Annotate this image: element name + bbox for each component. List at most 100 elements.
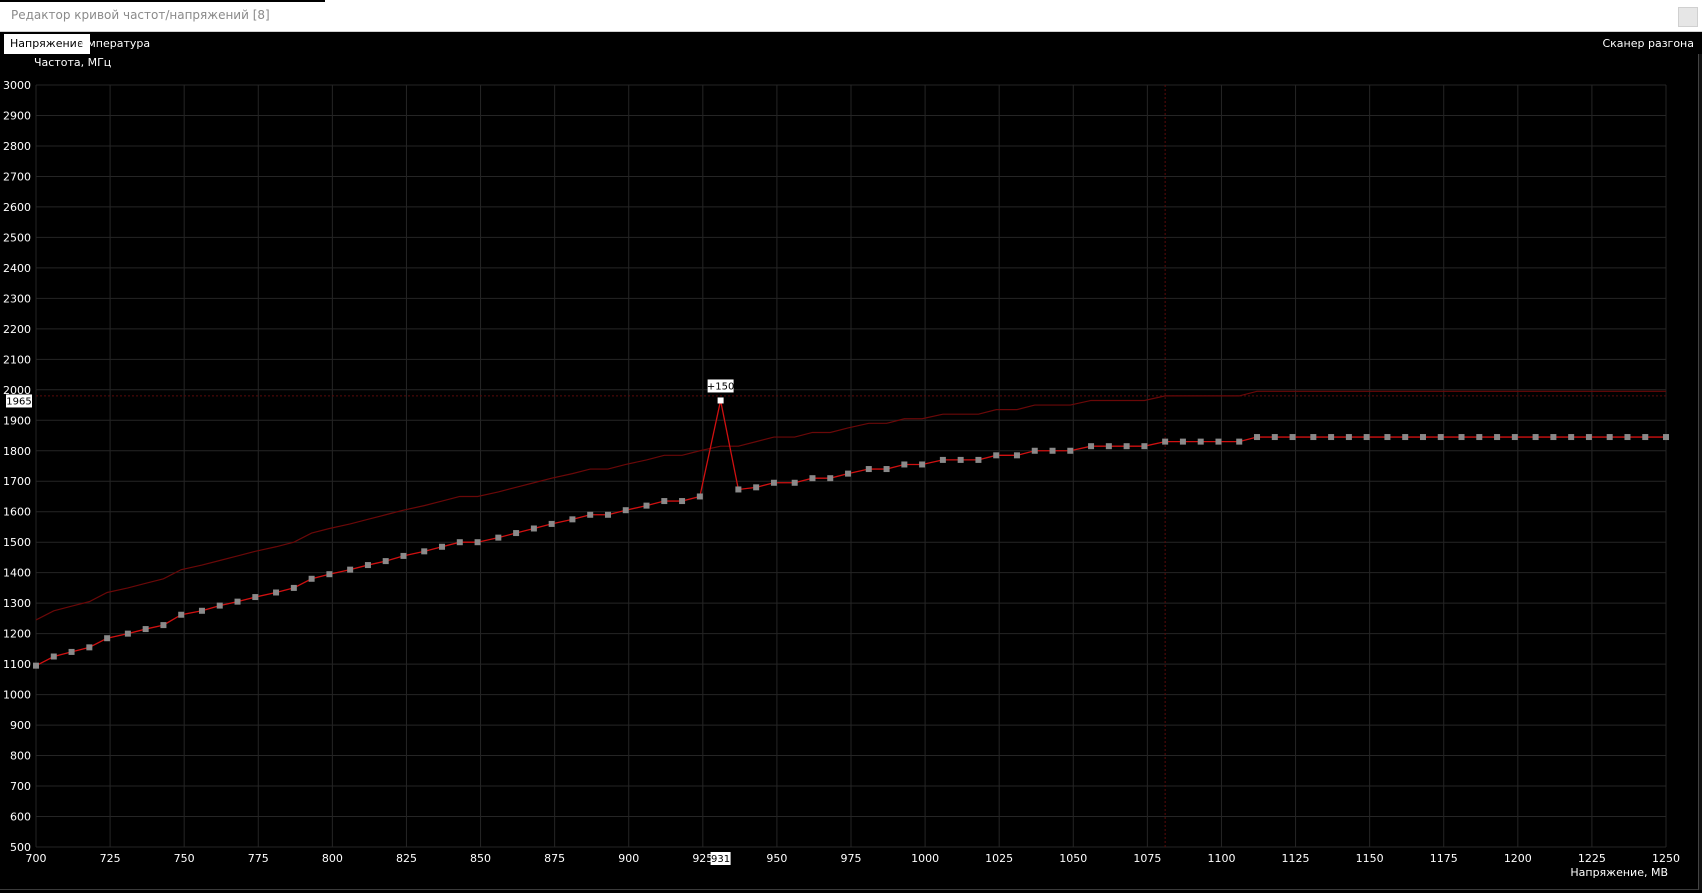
y-tick-label: 2500 [3,231,31,244]
curve-point[interactable] [474,539,481,546]
curve-point[interactable] [364,562,371,569]
curve-point[interactable] [679,498,686,505]
curve-point[interactable] [569,516,576,523]
selected-curve-point[interactable] [717,397,724,404]
curve-point[interactable] [273,589,280,596]
curve-point[interactable] [1624,434,1631,441]
curve-point[interactable] [1162,438,1169,445]
curve-point[interactable] [1363,434,1370,441]
curve-point[interactable] [696,493,703,500]
curve-point[interactable] [1458,434,1465,441]
tab-temperature[interactable]: Температура [68,34,156,54]
curve-point[interactable] [142,626,149,633]
curve-point[interactable] [604,511,611,518]
curve-point[interactable] [439,543,446,550]
vf-curve-chart[interactable]: 500 600 700 800 900 1000 1100 1200 1300 1400 1500 1… [0,54,1702,890]
curve-point[interactable] [1141,443,1148,450]
curve-point[interactable] [1179,438,1186,445]
curve-point[interactable] [791,479,798,486]
curve-point[interactable] [827,475,834,482]
curve-point[interactable] [939,456,946,463]
curve-point[interactable] [1289,434,1296,441]
curve-point[interactable] [1088,443,1095,450]
curve-point[interactable] [845,470,852,477]
curve-point[interactable] [1310,434,1317,441]
curve-point[interactable] [1067,447,1074,454]
curve-point[interactable] [1105,443,1112,450]
curve-point[interactable] [661,498,668,505]
curve-point[interactable] [1031,447,1038,454]
curve-point[interactable] [735,486,742,493]
curve-point[interactable] [1642,434,1649,441]
curve-point[interactable] [1437,434,1444,441]
curve-point[interactable] [326,571,333,578]
vf-curve-svg[interactable]: 5006007008009001000110012001300140015001… [0,54,1698,889]
curve-point[interactable] [1585,434,1592,441]
selected-point-callouts: +150 1965 931 [6,379,734,865]
curve-point[interactable] [382,558,389,565]
curve-point[interactable] [1663,434,1669,441]
curve-point[interactable] [975,456,982,463]
curve-point[interactable] [1328,434,1335,441]
curve-point[interactable] [1236,438,1243,445]
curve-point[interactable] [124,630,131,637]
curve-point[interactable] [178,611,185,618]
x-tick-label: 900 [618,852,639,865]
curve-point[interactable] [1550,434,1557,441]
curve-point[interactable] [901,461,908,468]
curve-point[interactable] [290,584,297,591]
curve-point[interactable] [1215,438,1222,445]
curve-point[interactable] [548,520,555,527]
curve-point[interactable] [1123,443,1130,450]
curve-point[interactable] [1254,434,1261,441]
curve-point[interactable] [421,548,428,555]
y-tick-label: 2300 [3,292,31,305]
curve-point[interactable] [160,622,167,629]
curve-point[interactable] [1568,434,1575,441]
curve-point[interactable] [883,466,890,473]
curve-point[interactable] [1494,434,1501,441]
curve-point[interactable] [865,466,872,473]
curve-point[interactable] [770,479,777,486]
x-tick-label: 1125 [1282,852,1310,865]
curve-point[interactable] [68,648,75,655]
curve-point[interactable] [1532,434,1539,441]
curve-point[interactable] [347,566,354,573]
curve-point[interactable] [1511,434,1518,441]
curve-point[interactable] [252,594,259,601]
curve-point[interactable] [587,511,594,518]
curve-point[interactable] [50,653,57,660]
curve-point[interactable] [809,475,816,482]
curve-point[interactable] [957,456,964,463]
curve-point[interactable] [86,644,93,651]
y-tick-label: 600 [10,811,31,824]
curve-point[interactable] [993,452,1000,459]
curve-point[interactable] [234,598,241,605]
curve-point[interactable] [643,502,650,509]
curve-point[interactable] [33,662,39,669]
curve-point[interactable] [216,602,223,609]
curve-point[interactable] [1606,434,1613,441]
curve-point[interactable] [456,539,463,546]
curve-point[interactable] [1049,447,1056,454]
curve-point[interactable] [400,552,407,559]
curve-point[interactable] [1419,434,1426,441]
close-button[interactable] [1678,7,1698,27]
oc-scanner-button[interactable]: Сканер разгона [1602,34,1694,54]
curve-point[interactable] [753,484,760,491]
curve-point[interactable] [513,530,520,537]
curve-point[interactable] [1013,452,1020,459]
curve-point[interactable] [622,507,629,514]
curve-point[interactable] [1271,434,1278,441]
curve-point[interactable] [308,575,315,582]
curve-point[interactable] [495,534,502,541]
curve-point[interactable] [1402,434,1409,441]
curve-point[interactable] [104,635,111,642]
curve-point[interactable] [1197,438,1204,445]
curve-point[interactable] [1345,434,1352,441]
curve-point[interactable] [1476,434,1483,441]
curve-point[interactable] [530,525,537,532]
curve-point[interactable] [1384,434,1391,441]
curve-point[interactable] [919,461,926,468]
curve-point[interactable] [198,607,205,614]
